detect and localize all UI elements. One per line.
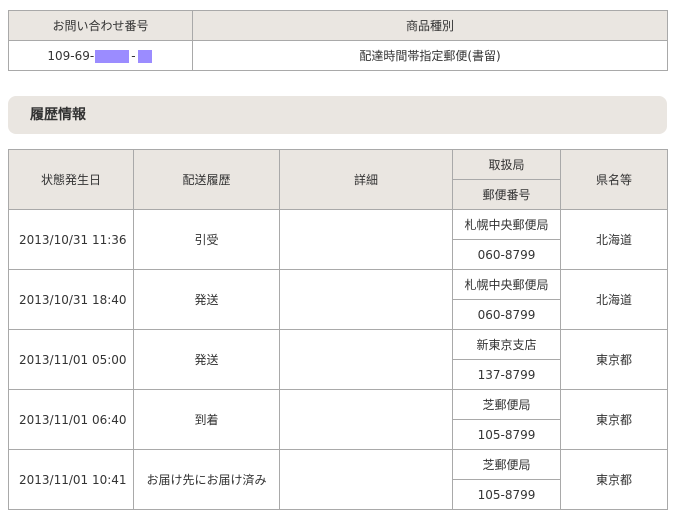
history-status: 発送 bbox=[133, 269, 280, 330]
history-prefecture: 東京都 bbox=[560, 389, 668, 450]
history-postal: 060-8799 bbox=[452, 239, 561, 270]
history-date: 2013/10/31 18:40 bbox=[8, 269, 134, 330]
history-office: 新東京支店 bbox=[452, 329, 561, 360]
history-section-heading: 履歴情報 bbox=[8, 96, 667, 134]
history-date: 2013/11/01 05:00 bbox=[8, 329, 134, 390]
status-column-header: 配送履歴 bbox=[133, 149, 280, 210]
history-status: 到着 bbox=[133, 389, 280, 450]
inquiry-header-row: お問い合わせ番号 商品種別 bbox=[8, 10, 668, 41]
history-postal: 105-8799 bbox=[452, 479, 561, 510]
postal-column-header: 郵便番号 bbox=[452, 179, 561, 210]
history-office: 芝郵便局 bbox=[452, 449, 561, 480]
history-prefecture: 東京都 bbox=[560, 329, 668, 390]
inquiry-value-row: 109-69- - 配達時間帯指定郵便(書留) bbox=[8, 40, 668, 71]
history-postal: 060-8799 bbox=[452, 299, 561, 330]
history-header-row: 状態発生日 配送履歴 詳細 取扱局 県名等 bbox=[8, 149, 668, 210]
detail-column-header: 詳細 bbox=[279, 149, 453, 210]
history-status: 発送 bbox=[133, 329, 280, 390]
history-office: 札幌中央郵便局 bbox=[452, 209, 561, 240]
history-status: 引受 bbox=[133, 209, 280, 270]
history-row: 2013/11/01 10:41 お届け先にお届け済み 芝郵便局 東京都 bbox=[8, 449, 668, 510]
history-prefecture: 東京都 bbox=[560, 449, 668, 510]
history-office: 札幌中央郵便局 bbox=[452, 269, 561, 300]
inquiry-table: お問い合わせ番号 商品種別 109-69- - 配達時間帯指定郵便(書留) bbox=[8, 10, 668, 71]
history-postal: 105-8799 bbox=[452, 419, 561, 450]
history-row: 2013/11/01 05:00 発送 新東京支店 東京都 bbox=[8, 329, 668, 390]
history-date: 2013/11/01 10:41 bbox=[8, 449, 134, 510]
history-date: 2013/11/01 06:40 bbox=[8, 389, 134, 450]
history-prefecture: 北海道 bbox=[560, 269, 668, 330]
history-date: 2013/10/31 11:36 bbox=[8, 209, 134, 270]
inquiry-number-prefix: 109-69- bbox=[47, 48, 95, 63]
history-office: 芝郵便局 bbox=[452, 389, 561, 420]
history-detail bbox=[279, 209, 453, 270]
history-status: お届け先にお届け済み bbox=[133, 449, 280, 510]
product-type-value: 配達時間帯指定郵便(書留) bbox=[192, 40, 668, 71]
date-column-header: 状態発生日 bbox=[8, 149, 134, 210]
history-row: 2013/10/31 18:40 発送 札幌中央郵便局 北海道 bbox=[8, 269, 668, 330]
history-detail bbox=[279, 269, 453, 330]
history-table: 状態発生日 配送履歴 詳細 取扱局 県名等 郵便番号 2013/10/31 11… bbox=[8, 149, 668, 510]
history-detail bbox=[279, 329, 453, 390]
history-postal: 137-8799 bbox=[452, 359, 561, 390]
inquiry-number-cell: 109-69- - bbox=[8, 40, 193, 71]
office-column-header: 取扱局 bbox=[452, 149, 561, 180]
product-type-header: 商品種別 bbox=[192, 10, 668, 41]
redaction-block bbox=[95, 49, 130, 63]
history-detail bbox=[279, 449, 453, 510]
prefecture-column-header: 県名等 bbox=[560, 149, 668, 210]
history-row: 2013/10/31 11:36 引受 札幌中央郵便局 北海道 bbox=[8, 209, 668, 270]
inquiry-number-header: お問い合わせ番号 bbox=[8, 10, 193, 41]
history-prefecture: 北海道 bbox=[560, 209, 668, 270]
redaction-block bbox=[137, 49, 152, 63]
inquiry-number-dash: - bbox=[131, 48, 136, 63]
history-row: 2013/11/01 06:40 到着 芝郵便局 東京都 bbox=[8, 389, 668, 450]
history-detail bbox=[279, 389, 453, 450]
